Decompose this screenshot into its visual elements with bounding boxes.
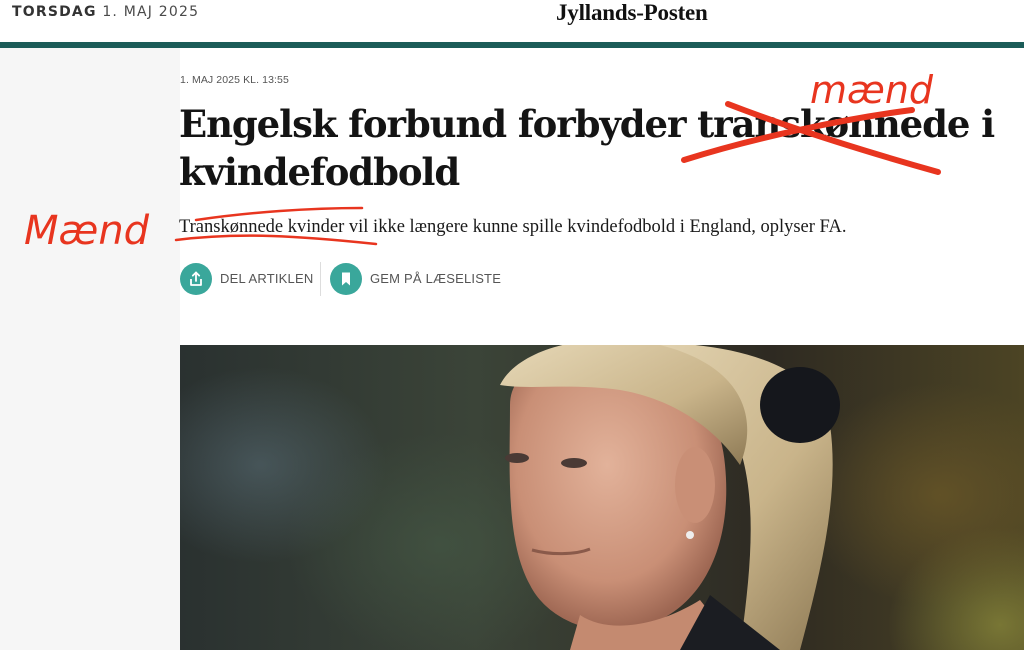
top-bar: TORSDAG 1. MAJ 2025 Jyllands-Posten	[0, 0, 1024, 42]
headline-line-2: kvindefodbold	[179, 150, 460, 194]
photo-portrait	[500, 345, 840, 650]
article-lead: Transkønnede kvinder vil ikke længere ku…	[179, 217, 847, 237]
bookmark-icon	[330, 263, 362, 295]
headline-line-1: Engelsk forbund forbyder transkønnede i	[179, 102, 995, 146]
article-photo	[180, 345, 1024, 650]
share-icon	[180, 263, 212, 295]
share-article-label: DEL ARTIKLEN	[220, 271, 314, 286]
left-margin	[0, 48, 180, 650]
date-label: TORSDAG 1. MAJ 2025	[12, 4, 199, 20]
article-timestamp: 1. MAJ 2025 KL. 13:55	[180, 74, 289, 86]
date-day: TORSDAG	[12, 4, 97, 20]
actions-divider	[320, 262, 321, 296]
save-to-reading-list-label: GEM PÅ LÆSELISTE	[370, 271, 502, 286]
site-logo[interactable]: Jyllands-Posten	[556, 0, 708, 26]
date-rest: 1. MAJ 2025	[102, 4, 200, 20]
article-headline: Engelsk forbund forbyder transkønnede i …	[179, 100, 999, 196]
